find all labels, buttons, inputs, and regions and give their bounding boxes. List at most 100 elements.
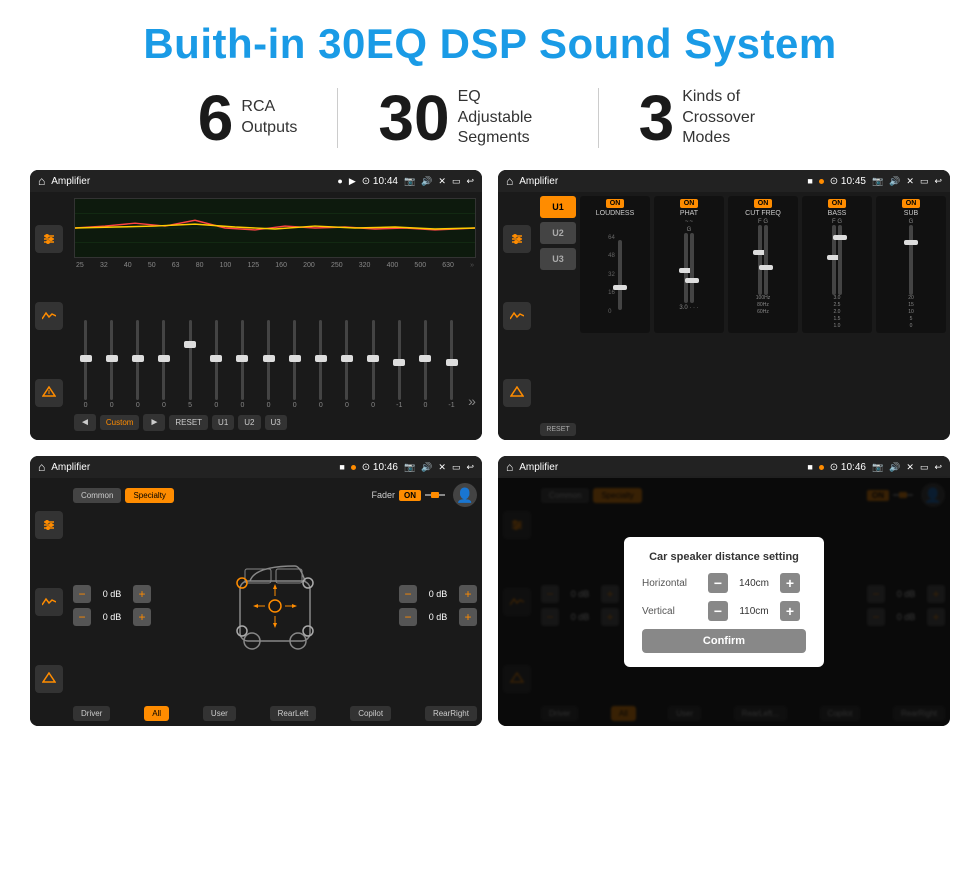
sub-channel: ON SUB G 20151050 [876,196,946,333]
cross-screen-title: Amplifier [519,176,801,187]
fader-driver-btn[interactable]: Driver [73,706,110,721]
eq-screen-card: ⌂ Amplifier ● ▶ ⊙ 10:44 📷 🔊 ✕ ▭ ↩ [30,170,482,440]
phat-label: PHAT [680,210,698,217]
cross-u3-btn[interactable]: U3 [540,248,576,270]
cutfreq-vals: 100Hz80Hz60Hz [756,295,770,316]
cross-time: ⊙ 10:45 [830,176,866,187]
fader-vol1-value: 0 dB [94,589,130,599]
eq-screen-content: 253240 506380 100125160 200250320 400500… [30,192,482,440]
eq-back-icon: ↩ [466,176,474,187]
fader-status-bar: ⌂ Amplifier ■ ⊙ 10:46 📷 🔊 ✕ ▭ ↩ [30,456,482,478]
phat-labels: ~~ [685,219,693,225]
eq-u2-btn[interactable]: U2 [238,415,260,430]
cross-u2-btn[interactable]: U2 [540,222,576,244]
eq-slider-9: 0 [309,320,332,409]
stat-eq: 30 EQ AdjustableSegments [338,86,597,150]
modal-vertical-value: 110cm [734,606,774,617]
cross-u1-btn[interactable]: U1 [540,196,576,218]
fader-vol1-plus[interactable]: + [133,585,151,603]
fader-x-icon: ✕ [438,462,446,473]
fader-vol3-minus[interactable]: − [399,585,417,603]
sub-label: SUB [904,210,918,217]
fader-vol-row-2: − 0 dB + [73,608,151,626]
dist-status-bar: ⌂ Amplifier ■ ⊙ 10:46 📷 🔊 ✕ ▭ ↩ [498,456,950,478]
eq-next-btn[interactable]: ► [143,414,165,431]
fader-side-controls [30,478,68,726]
fader-all-btn[interactable]: All [144,706,169,721]
fader-vol3-plus[interactable]: + [459,585,477,603]
bass-vals: 3.02.52.01.51.0 [834,295,841,330]
eq-side-btn-2[interactable] [35,302,63,330]
cross-cam-icon: 📷 [872,176,883,187]
fader-rearleft-btn[interactable]: RearLeft [270,706,317,721]
eq-time: ⊙ 10:44 [362,176,398,187]
modal-vertical-minus[interactable]: − [708,601,728,621]
fader-vol2-plus[interactable]: + [133,608,151,626]
loudness-slider[interactable] [618,240,622,310]
cross-channels-area: ON LOUDNESS 644832160 [580,196,946,436]
cross-main-area: U1 U2 U3 RESET ON LOUDNESS [536,192,950,440]
bass-on-badge: ON [828,199,847,208]
eq-x-icon: ✕ [438,176,446,187]
fader-side-btn-2[interactable] [35,588,63,616]
dist-vol-icon: 🔊 [889,462,900,473]
modal-vertical-plus[interactable]: + [780,601,800,621]
cutfreq-sliders [758,225,768,295]
dist-screen-content: Common Specialty ON 👤 − 0 dB + [498,478,950,726]
stat-rca-number: 6 [198,86,234,150]
phat-channel: ON PHAT ~~ G 3.0 · · · [654,196,724,333]
fader-label: Fader [371,490,395,500]
stat-crossover: 3 Kinds ofCrossover Modes [599,86,823,150]
eq-main-area: 253240 506380 100125160 200250320 400500… [68,192,482,440]
fader-vol4-plus[interactable]: + [459,608,477,626]
modal-horizontal-label: Horizontal [642,578,702,589]
cross-side-btn-1[interactable] [503,225,531,253]
modal-horizontal-plus[interactable]: + [780,573,800,593]
eq-dot-icon: ▶ [349,176,356,187]
fader-home-icon: ⌂ [38,460,45,474]
eq-slider-3: 0 [152,320,175,409]
fader-side-btn-1[interactable] [35,511,63,539]
sub-on-badge: ON [902,199,921,208]
fader-cam-icon: 📷 [404,462,415,473]
eq-u1-btn[interactable]: U1 [212,415,234,430]
eq-u3-btn[interactable]: U3 [265,415,287,430]
eq-side-btn-3[interactable] [35,379,63,407]
fader-vol1-minus[interactable]: − [73,585,91,603]
eq-reset-btn[interactable]: RESET [169,415,208,430]
fader-screen-card: ⌂ Amplifier ■ ⊙ 10:46 📷 🔊 ✕ ▭ ↩ [30,456,482,726]
bass-channel: ON BASS F G 3.02.52.01.51.0 [802,196,872,333]
eq-slider-11: 0 [362,320,385,409]
modal-horizontal-minus[interactable]: − [708,573,728,593]
eq-custom-btn[interactable]: Custom [100,415,140,430]
eq-expand-btn[interactable]: » [466,393,476,409]
fader-vol2-minus[interactable]: − [73,608,91,626]
fader-copilot-btn[interactable]: Copilot [350,706,391,721]
fader-rearright-btn[interactable]: RearRight [425,706,477,721]
crossover-screen-card: ⌂ Amplifier ■ ⊙ 10:45 📷 🔊 ✕ ▭ ↩ [498,170,950,440]
fader-common-tab[interactable]: Common [73,488,121,503]
fader-right-volumes: − 0 dB + − 0 dB + [399,585,477,626]
fader-rect-icon: ▭ [452,462,461,473]
confirm-button[interactable]: Confirm [642,629,806,653]
eq-slider-2: 0 [126,320,149,409]
eq-slider-4: 5 [179,320,202,409]
modal-vertical-label: Vertical [642,606,702,617]
fader-vol-icon: 🔊 [421,462,432,473]
modal-horizontal-row: Horizontal − 140cm + [642,573,806,593]
bass-sliders [832,225,842,295]
main-title: Buith-in 30EQ DSP Sound System [30,20,950,68]
eq-side-btn-1[interactable] [35,225,63,253]
fader-vol4-minus[interactable]: − [399,608,417,626]
cross-side-btn-3[interactable] [503,379,531,407]
fader-side-btn-3[interactable] [35,665,63,693]
stats-row: 6 RCAOutputs 30 EQ AdjustableSegments 3 … [30,86,950,150]
fader-vol-row-4: − 0 dB + [399,608,477,626]
fader-slider-icon [425,492,445,498]
cross-side-btn-2[interactable] [503,302,531,330]
cutfreq-label: CUT FREQ [745,210,781,217]
fader-user-btn[interactable]: User [203,706,236,721]
cross-reset-btn[interactable]: RESET [540,423,576,436]
eq-prev-btn[interactable]: ◄ [74,414,96,431]
fader-specialty-tab[interactable]: Specialty [125,488,173,503]
